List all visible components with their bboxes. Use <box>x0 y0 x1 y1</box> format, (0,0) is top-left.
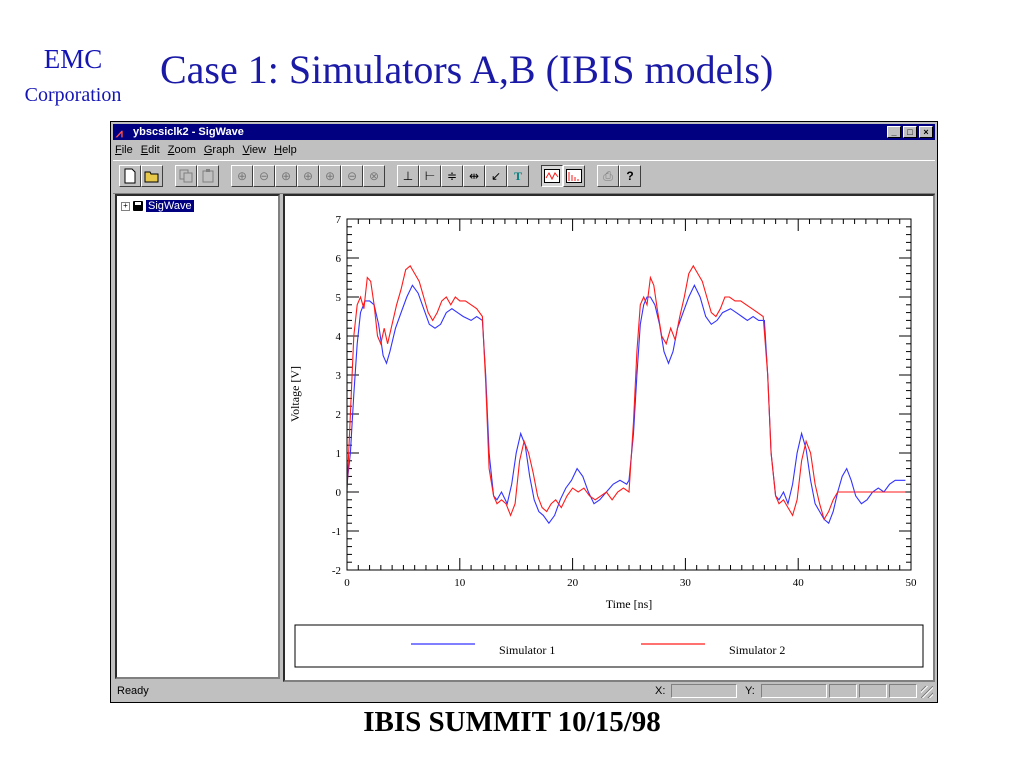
maximize-button[interactable]: □ <box>903 126 917 138</box>
legend-label-simulator-2: Simulator 2 <box>729 643 785 657</box>
y-tick-label: 4 <box>336 331 342 343</box>
y-tick-label: 2 <box>336 409 342 421</box>
y-tick-label: 3 <box>336 370 342 382</box>
marker-horizontal-icon[interactable]: ⇹ <box>463 165 485 187</box>
menu-file[interactable]: File <box>115 142 133 158</box>
marker-bottom-icon[interactable]: ⊥ <box>397 165 419 187</box>
series-line-2 <box>346 264 906 521</box>
y-tick-label: 6 <box>336 253 342 265</box>
slide-title: Case 1: Simulators A,B (IBIS models) <box>160 47 774 92</box>
minimize-button[interactable]: _ <box>887 126 901 138</box>
zoom-y-icon[interactable]: ⊕ <box>297 165 319 187</box>
y-tick-label: 1 <box>336 448 342 460</box>
zoom-box-icon[interactable]: ⊗ <box>363 165 385 187</box>
x-tick-label: 20 <box>567 577 579 589</box>
y-axis-label: Voltage [V] <box>288 366 302 422</box>
menu-edit[interactable]: Edit <box>141 142 160 158</box>
x-tick-label: 40 <box>793 577 805 589</box>
status-pane-2 <box>859 684 887 698</box>
open-icon[interactable] <box>141 165 163 187</box>
waveform-icon[interactable] <box>541 165 563 187</box>
zoom-prev-icon[interactable]: ⊖ <box>341 165 363 187</box>
marker-vertical-icon[interactable]: ≑ <box>441 165 463 187</box>
status-pane-1 <box>829 684 857 698</box>
paste-icon[interactable] <box>197 165 219 187</box>
marker-diagonal-icon[interactable]: ↙ <box>485 165 507 187</box>
marker-left-icon[interactable]: ⊢ <box>419 165 441 187</box>
y-tick-label: -2 <box>332 565 341 577</box>
zoom-fit-icon[interactable]: ⊕ <box>319 165 341 187</box>
menu-bar: File Edit Zoom Graph View Help <box>115 142 297 158</box>
print-icon[interactable]: ⎙ <box>597 165 619 187</box>
status-bar: Ready X: Y: <box>113 682 935 700</box>
x-tick-label: 30 <box>680 577 692 589</box>
window-title: ybscsiclk2 - SigWave <box>133 126 244 138</box>
menu-zoom[interactable]: Zoom <box>168 142 196 158</box>
zoom-x-icon[interactable]: ⊕ <box>275 165 297 187</box>
new-icon[interactable] <box>119 165 141 187</box>
y-tick-label: 5 <box>336 292 342 304</box>
graph-panel[interactable]: 0 10 20 30 40 50 -2 -1 0 1 2 3 4 5 6 7 Voltage [V] Time… <box>283 194 935 682</box>
company-logo-line2: Corporation <box>24 84 122 106</box>
x-tick-label: 0 <box>344 577 350 589</box>
x-coordinate-label: X: <box>655 685 666 697</box>
zoom-out-icon[interactable]: ⊖ <box>253 165 275 187</box>
copy-icon[interactable] <box>175 165 197 187</box>
y-tick-label: 0 <box>336 487 342 499</box>
y-coordinate-field <box>761 684 827 698</box>
x-tick-label: 50 <box>906 577 918 589</box>
tree-item-sigwave[interactable]: + SigWave <box>121 200 194 212</box>
tree-item-label[interactable]: SigWave <box>146 200 194 212</box>
close-button[interactable]: × <box>919 126 933 138</box>
plot-frame <box>346 218 912 571</box>
legend-label-simulator-1: Simulator 1 <box>499 643 555 657</box>
slide-footer: IBIS SUMMIT 10/15/98 <box>363 706 661 738</box>
text-icon[interactable]: T <box>507 165 529 187</box>
menu-help[interactable]: Help <box>274 142 297 158</box>
help-icon[interactable]: ? <box>619 165 641 187</box>
x-axis-label: Time [ns] <box>606 597 653 611</box>
app-icon[interactable]: ⩘ <box>116 125 123 141</box>
status-pane-3 <box>889 684 917 698</box>
sigwave-window: ⩘ ybscsiclk2 - SigWave _ □ × File Edit Z… <box>110 121 938 703</box>
company-logo-line1: EMC <box>43 44 103 74</box>
zoom-in-icon[interactable]: ⊕ <box>231 165 253 187</box>
y-tick-label: -1 <box>332 526 341 538</box>
series-line-1 <box>346 284 906 525</box>
tree-expander[interactable]: + <box>121 201 130 211</box>
spectrum-icon[interactable] <box>563 165 585 187</box>
legend-box <box>294 624 924 668</box>
menu-graph[interactable]: Graph <box>204 142 235 158</box>
toolbar: ⊕ ⊖ ⊕ ⊕ ⊕ ⊖ ⊗ ⊥ ⊢ ≑ ⇹ ↙ T ⎙ ? <box>113 160 935 194</box>
y-coordinate-label: Y: <box>745 685 755 697</box>
resize-grip[interactable] <box>921 686 933 698</box>
y-tick-label: 7 <box>336 214 342 226</box>
menu-view[interactable]: View <box>242 142 266 158</box>
x-tick-label: 10 <box>454 577 466 589</box>
status-text: Ready <box>117 685 149 697</box>
window-titlebar[interactable]: ⩘ ybscsiclk2 - SigWave _ □ × <box>113 124 935 140</box>
floppy-disk-icon <box>133 201 143 211</box>
x-coordinate-field <box>671 684 737 698</box>
tree-panel: + SigWave <box>115 194 280 679</box>
waveform-chart[interactable]: 0 10 20 30 40 50 -2 -1 0 1 2 3 4 5 6 7 Voltage [V] Time… <box>285 196 933 680</box>
